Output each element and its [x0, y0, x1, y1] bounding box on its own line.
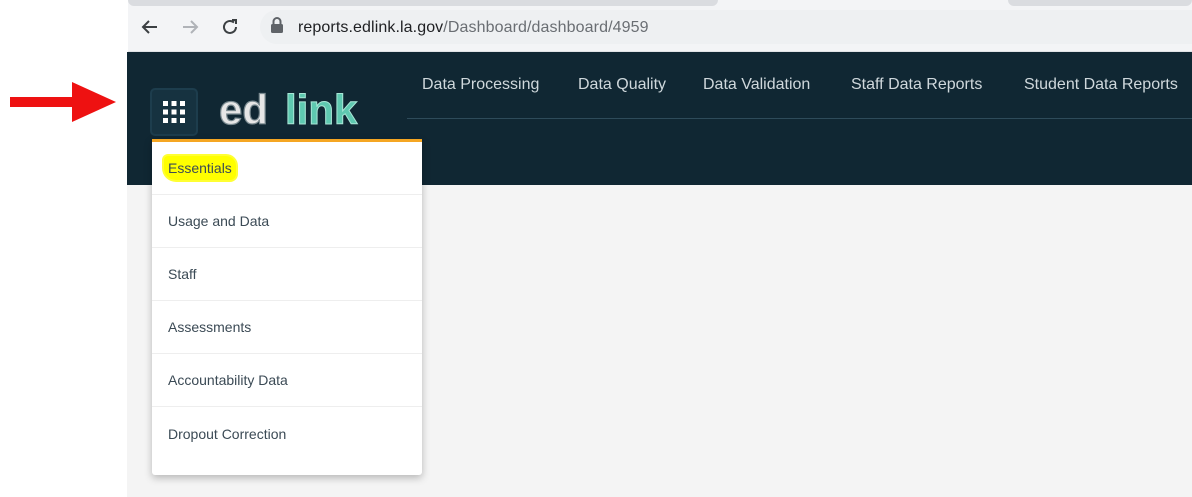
- menu-item-label: Assessments: [168, 319, 252, 335]
- menu-item-staff[interactable]: Staff: [152, 248, 422, 301]
- nav-data-validation[interactable]: Data Validation: [703, 76, 810, 94]
- forward-button[interactable]: [178, 15, 202, 39]
- menu-item-essentials[interactable]: Essentials: [152, 142, 422, 195]
- menu-item-accountability-data[interactable]: Accountability Data: [152, 354, 422, 407]
- menu-item-assessments[interactable]: Assessments: [152, 301, 422, 354]
- menu-item-label: Usage and Data: [168, 213, 270, 229]
- app-menu-button[interactable]: [150, 88, 198, 136]
- back-button[interactable]: [138, 15, 162, 39]
- nav-data-quality[interactable]: Data Quality: [578, 76, 666, 94]
- app-menu-dropdown: Essentials Usage and Data Staff Assessme…: [152, 139, 422, 475]
- forward-arrow-icon: [183, 20, 199, 34]
- nav-data-processing[interactable]: Data Processing: [422, 76, 539, 94]
- nav-student-data-reports[interactable]: Student Data Reports: [1024, 76, 1178, 94]
- menu-item-label: Essentials: [164, 156, 236, 180]
- url-host: reports.edlink.la.gov: [298, 19, 444, 36]
- reload-icon: [223, 19, 237, 34]
- back-arrow-icon: [141, 20, 157, 34]
- menu-item-label: Accountability Data: [168, 372, 288, 388]
- nav-divider: [407, 118, 1192, 119]
- logo-text-ed: ed: [219, 86, 268, 133]
- grid-icon: [163, 101, 185, 123]
- nav-staff-data-reports[interactable]: Staff Data Reports: [851, 76, 982, 94]
- browser-tab-edge: [128, 0, 718, 6]
- menu-item-usage-and-data[interactable]: Usage and Data: [152, 195, 422, 248]
- browser-toolbar: reports.edlink.la.gov/Dashboard/dashboar…: [128, 0, 1192, 52]
- menu-item-label: Dropout Correction: [168, 425, 287, 442]
- browser-tab-edge-right: [1008, 0, 1192, 6]
- address-url[interactable]: reports.edlink.la.gov/Dashboard/dashboar…: [298, 19, 649, 37]
- edlink-logo[interactable]: ed link: [217, 84, 367, 136]
- reload-button[interactable]: [218, 15, 242, 39]
- menu-item-dropout-correction[interactable]: Dropout Correction: [152, 407, 422, 460]
- menu-item-label: Staff: [168, 266, 197, 282]
- lock-icon: [271, 17, 283, 33]
- logo-text-link: link: [285, 86, 358, 133]
- url-path: /Dashboard/dashboard/4959: [443, 19, 649, 36]
- red-arrow-annotation: [10, 82, 116, 122]
